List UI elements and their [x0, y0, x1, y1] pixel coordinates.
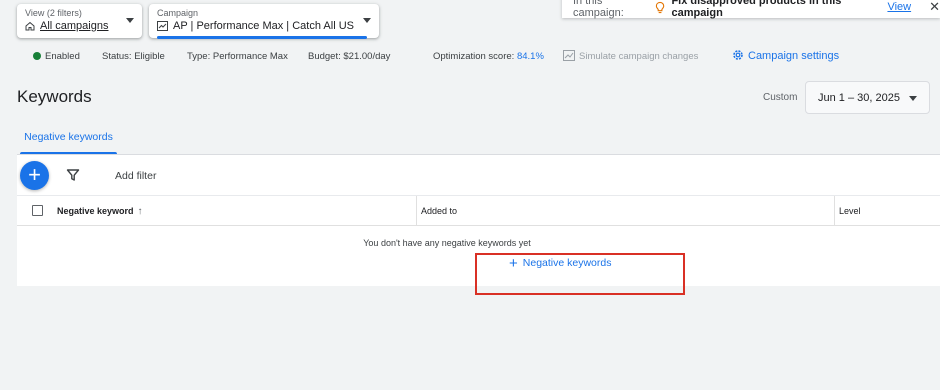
enabled-label: Enabled [45, 51, 80, 62]
arrow-up-icon: ↑ [137, 206, 143, 217]
column-header-level[interactable]: Level [834, 196, 861, 226]
enabled-dot-icon [33, 52, 41, 60]
notification-view-link[interactable]: View [887, 1, 911, 13]
date-range-label: Custom [763, 92, 798, 103]
optimization-score-label: Optimization score: [433, 51, 515, 62]
optimization-score-value: 84.1% [516, 51, 544, 62]
simulate-icon [563, 50, 575, 61]
simulate-changes-button: Simulate campaign changes [563, 50, 698, 64]
empty-state-message: You don't have any negative keywords yet [363, 238, 531, 248]
column-header-negative-keyword[interactable]: Negative keyword ↑ [57, 196, 143, 226]
campaign-selector[interactable]: Campaign AP | Performance Max | Catch Al… [149, 4, 379, 39]
view-selector[interactable]: View (2 filters) All campaigns [17, 4, 142, 38]
view-selector-label: View (2 filters) [25, 8, 82, 18]
lightbulb-icon [656, 1, 665, 13]
chevron-down-icon [363, 18, 371, 23]
budget: Budget: $21.00/day [308, 51, 391, 62]
campaign-selector-value: AP | Performance Max | Catch All US [173, 20, 354, 32]
tab-negative-keywords[interactable]: Negative keywords [17, 123, 120, 155]
plus-icon: + [28, 162, 41, 187]
view-selector-value: All campaigns [40, 20, 109, 32]
home-icon [25, 21, 35, 31]
highlight-box [475, 253, 685, 295]
notification-label: In this campaign: [573, 0, 624, 19]
campaign-selector-label: Campaign [157, 8, 199, 18]
campaign-status-row: Enabled Status: Eligible Type: Performan… [33, 50, 940, 64]
eligibility-status: Status: Eligible [102, 51, 165, 62]
add-negative-keyword-button[interactable]: + [20, 161, 49, 190]
page-title: Keywords [17, 87, 92, 106]
campaign-settings-button[interactable]: Campaign settings [732, 49, 839, 63]
column-header-label: Negative keyword [57, 206, 134, 216]
campaign-settings-label: Campaign settings [748, 50, 840, 62]
add-filter-button[interactable]: Add filter [115, 170, 156, 182]
column-header-added-to[interactable]: Added to [416, 196, 457, 226]
notification-text: Fix disapproved products in this campaig… [671, 0, 842, 19]
date-range-selector[interactable]: Jun 1 – 30, 2025 [805, 81, 930, 114]
date-range-value: Jun 1 – 30, 2025 [818, 91, 900, 104]
selector-underline [157, 36, 367, 39]
chevron-down-icon [126, 18, 134, 23]
gear-icon [733, 50, 743, 60]
notification-bar: In this campaign: Fix disapproved produc… [562, 0, 940, 19]
select-all-checkbox[interactable] [32, 205, 43, 216]
chevron-down-icon [909, 96, 917, 101]
table-toolbar: + Add filter [17, 155, 940, 196]
table-header: Negative keyword ↑ Added to Level [17, 196, 940, 226]
close-icon[interactable]: ✕ [929, 0, 940, 15]
optimization-score[interactable]: Optimization score: 84.1% [433, 50, 544, 64]
campaign-type: Type: Performance Max [187, 51, 288, 62]
tab-label: Negative keywords [24, 131, 113, 143]
filter-icon[interactable] [66, 168, 80, 182]
simulate-label: Simulate campaign changes [579, 51, 699, 62]
performance-max-icon [157, 21, 168, 31]
enabled-status: Enabled [33, 50, 80, 64]
